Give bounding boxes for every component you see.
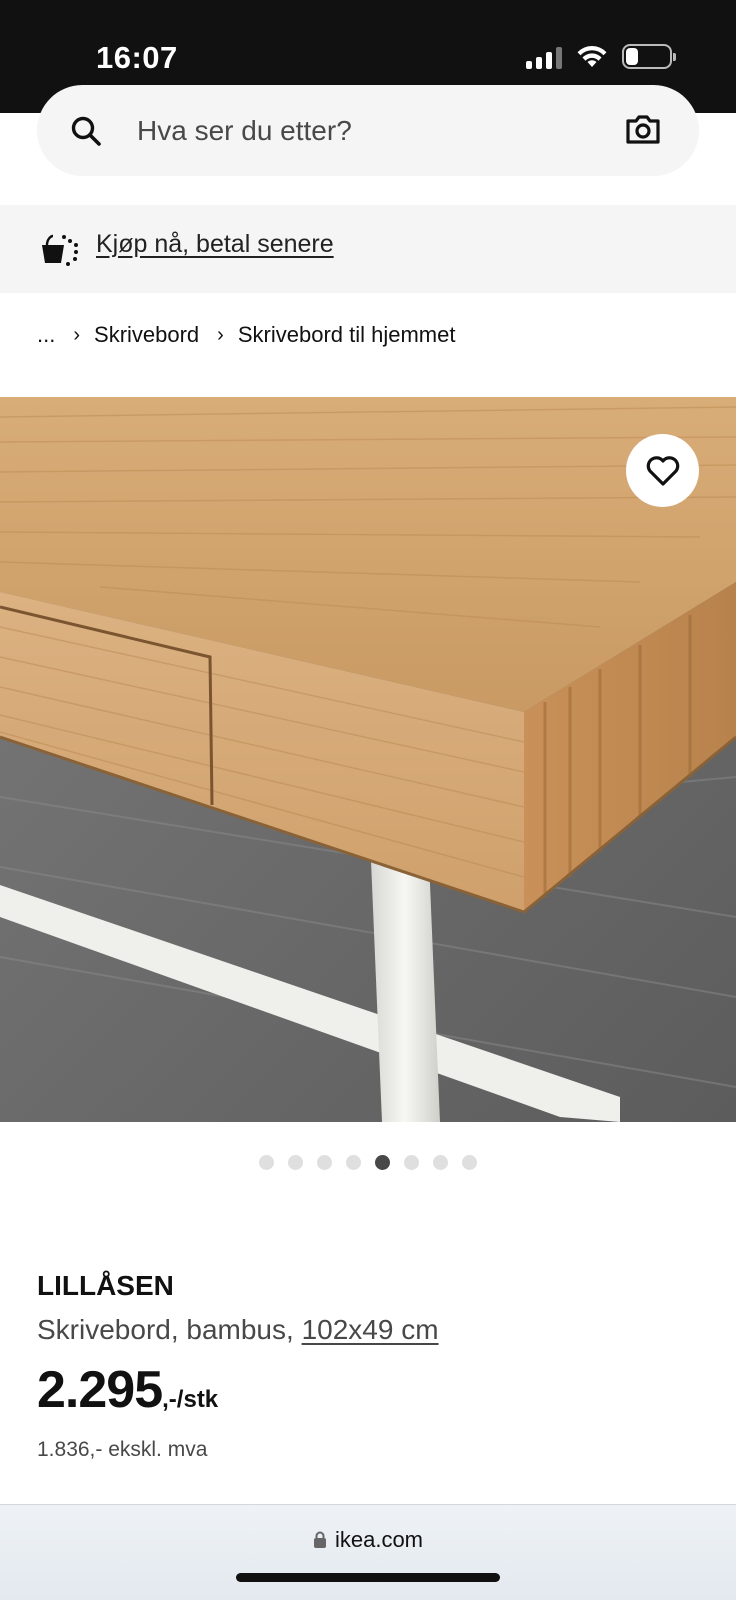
product-price: 2.295 ,-/stk	[37, 1364, 218, 1416]
carousel-dot[interactable]	[346, 1155, 361, 1170]
url-bar[interactable]: ikea.com	[0, 1527, 736, 1553]
product-size-link[interactable]: 102x49 cm	[302, 1314, 439, 1345]
carousel-dot[interactable]	[288, 1155, 303, 1170]
carousel-dot[interactable]	[433, 1155, 448, 1170]
price-integer: 2.295	[37, 1361, 163, 1419]
home-indicator	[236, 1573, 500, 1582]
shopping-bag-icon	[42, 234, 78, 266]
favorite-button[interactable]	[626, 434, 699, 507]
url-text: ikea.com	[334, 1527, 424, 1552]
breadcrumb-item-desks[interactable]: Skrivebord	[94, 322, 199, 348]
buy-now-pay-later-link[interactable]: Kjøp nå, betal senere	[96, 230, 334, 259]
breadcrumb-ellipsis[interactable]: ...	[37, 322, 55, 348]
search-bar[interactable]: Hva ser du etter?	[37, 85, 699, 176]
product-description-text: Skrivebord, bambus,	[37, 1314, 294, 1345]
desk-photo	[0, 397, 736, 1122]
carousel-dot-active[interactable]	[375, 1155, 390, 1170]
status-icons	[526, 44, 676, 69]
carousel-dot[interactable]	[317, 1155, 332, 1170]
product-image[interactable]	[0, 397, 736, 1122]
product-description: Skrivebord, bambus, 102x49 cm	[37, 1314, 439, 1346]
product-name: LILLÅSEN	[37, 1270, 174, 1301]
carousel-dot[interactable]	[259, 1155, 274, 1170]
battery-icon	[622, 44, 676, 69]
search-icon	[71, 116, 101, 146]
wifi-icon	[577, 45, 607, 67]
breadcrumb-item-home-desks[interactable]: Skrivebord til hjemmet	[238, 322, 456, 348]
promo-banner: Kjøp nå, betal senere	[0, 205, 736, 293]
price-suffix: ,-/stk	[162, 1386, 219, 1413]
search-input[interactable]: Hva ser du etter?	[137, 115, 352, 147]
price-excl-vat: 1.836,- ekskl. mva	[37, 1438, 208, 1461]
chevron-right-icon: ›	[217, 323, 224, 346]
carousel-indicator[interactable]	[0, 1155, 736, 1170]
camera-icon[interactable]	[625, 113, 661, 145]
cellular-signal-icon	[526, 45, 562, 69]
status-time: 16:07	[96, 40, 178, 75]
carousel-dot[interactable]	[404, 1155, 419, 1170]
heart-icon	[646, 455, 679, 486]
chevron-right-icon: ›	[73, 323, 81, 346]
lock-icon	[313, 1531, 326, 1548]
carousel-dot[interactable]	[462, 1155, 477, 1170]
breadcrumb: ... › Skrivebord › Skrivebord til hjemme…	[37, 322, 455, 348]
